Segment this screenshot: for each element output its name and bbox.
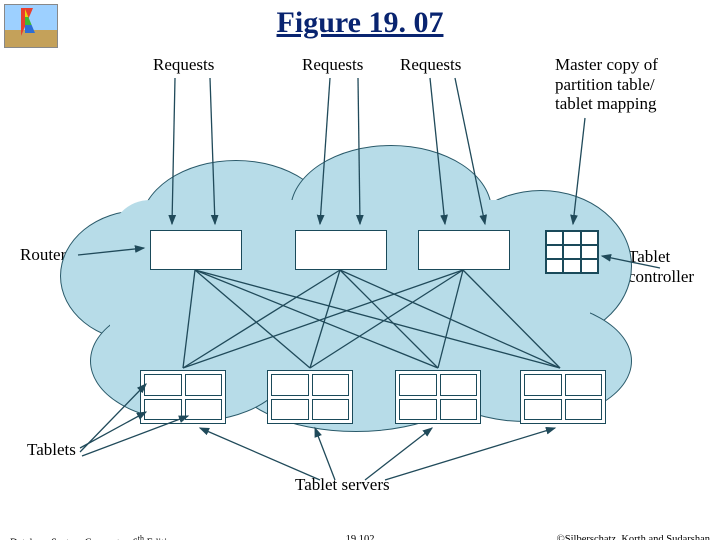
label-tablets: Tablets — [27, 440, 76, 460]
figure-title: Figure 19. 07 — [0, 6, 720, 40]
router-box-2 — [295, 230, 387, 270]
router-box-1 — [150, 230, 242, 270]
tablet-server-2 — [267, 370, 353, 424]
tablet-server-1 — [140, 370, 226, 424]
footer-copyright: ©Silberschatz, Korth and Sudarshan — [557, 534, 710, 540]
tablet-server-3 — [395, 370, 481, 424]
label-requests-2: Requests — [302, 55, 363, 75]
label-requests-3: Requests — [400, 55, 461, 75]
label-master-copy: Master copy of partition table/ tablet m… — [555, 55, 658, 114]
label-tablet-servers: Tablet servers — [295, 475, 390, 495]
router-box-3 — [418, 230, 510, 270]
label-requests-1: Requests — [153, 55, 214, 75]
label-tablet-controller: Tablet controller — [628, 247, 694, 286]
tablet-server-4 — [520, 370, 606, 424]
tablet-controller-table — [545, 230, 599, 274]
